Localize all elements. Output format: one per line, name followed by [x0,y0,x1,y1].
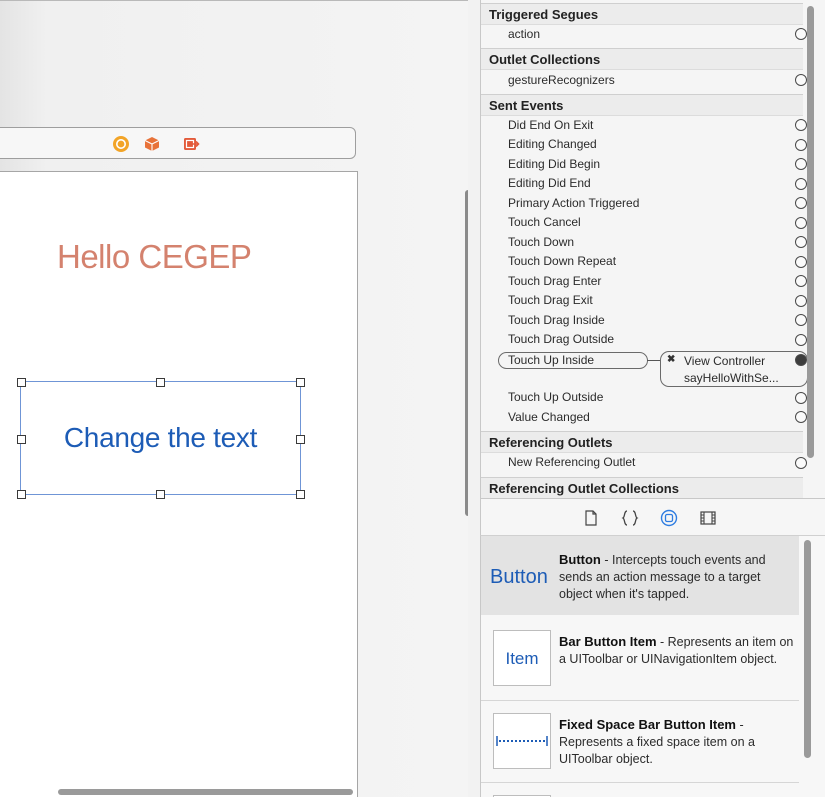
resize-handle-bottom[interactable] [156,490,165,499]
library-item-name: Fixed Space Bar Button Item [559,717,736,732]
canvas-horizontal-scrollbar[interactable] [58,789,353,795]
section-sent-events: Sent Events [481,94,803,116]
connected-socket[interactable] [795,354,807,366]
connection-socket[interactable] [795,236,807,248]
object-library-icon[interactable] [660,509,678,527]
event-row: Editing Did End [508,176,591,190]
button-thumbnail: Button [490,566,548,588]
library-item-name: Bar Button Item [559,634,657,649]
connection-socket[interactable] [795,314,807,326]
connection-socket[interactable] [795,457,807,469]
button-title: Change the text [63,422,258,453]
exit-icon[interactable] [182,135,200,153]
library-tab-bar [480,498,825,536]
section-title: Triggered Segues [489,7,599,22]
scene-dock [0,127,356,159]
library-item-next[interactable] [481,782,799,797]
section-referencing-outlet-collections: Referencing Outlet Collections [481,477,803,498]
connection-socket[interactable] [795,334,807,346]
thumbnail-text: Item [505,649,539,668]
connection-socket[interactable] [795,178,807,190]
library-item-fixed-space[interactable]: Fixed Space Bar Button Item - Represents… [481,700,799,783]
fixed-space-icon [496,736,548,746]
first-responder-icon[interactable] [143,135,161,153]
section-referencing-outlets: Referencing Outlets [481,431,803,453]
connection-socket[interactable] [795,139,807,151]
resize-handle-top[interactable] [156,378,165,387]
file-template-icon[interactable] [582,509,600,527]
section-title: Referencing Outlet Collections [489,481,679,496]
event-row: Value Changed [508,410,590,424]
object-library: Button Button - Intercepts touch events … [480,536,825,797]
connection-method: sayHelloWithSe... [684,371,779,385]
resize-handle-bottom-left[interactable] [17,490,26,499]
resize-handle-right[interactable] [296,435,305,444]
canvas-vertical-scrollbar[interactable] [465,190,468,516]
event-row: Touch Drag Exit [508,293,593,307]
outlet-row-gesture-recognizers: gestureRecognizers [508,73,615,87]
bar-button-item-thumbnail: Item [493,630,551,686]
resize-handle-top-left[interactable] [17,378,26,387]
event-row: Editing Did Begin [508,157,601,171]
library-item-text: Button - Intercepts touch events and sen… [559,551,797,603]
event-row: Touch Drag Enter [508,274,602,288]
connection-socket[interactable] [795,74,807,86]
connection-socket[interactable] [795,28,807,40]
section-triggered-segues: Triggered Segues [481,3,803,25]
outlet-row-action: action [508,27,541,41]
connection-socket[interactable] [795,119,807,131]
remove-connection-icon[interactable]: ✖ [667,354,675,365]
resize-handle-left[interactable] [17,435,26,444]
section-title: Sent Events [489,98,564,113]
section-title: Referencing Outlets [489,435,613,450]
connection-socket[interactable] [795,197,807,209]
event-row: Touch Drag Outside [508,332,615,346]
hello-label[interactable]: Hello CEGEP [57,238,252,276]
event-row: Editing Changed [508,137,597,151]
connection-socket[interactable] [795,392,807,404]
media-library-icon[interactable] [699,509,717,527]
library-scrollbar[interactable] [804,540,811,758]
section-outlet-collections: Outlet Collections [481,48,803,70]
event-row: Touch Cancel [508,215,581,229]
connection-socket[interactable] [795,217,807,229]
library-item-text: Bar Button Item - Represents an item on … [559,633,797,668]
connection-line [647,360,661,361]
connection-socket[interactable] [795,295,807,307]
view-controller-icon[interactable] [112,135,130,153]
connections-inspector: Triggered Segues action Outlet Collectio… [480,0,825,498]
connection-socket[interactable] [795,275,807,287]
library-item-text: Fixed Space Bar Button Item - Represents… [559,716,797,768]
resize-handle-top-right[interactable] [296,378,305,387]
connection-socket[interactable] [795,158,807,170]
storyboard-canvas[interactable]: Hello CEGEP Change the text [0,0,468,797]
resize-handle-bottom-right[interactable] [296,490,305,499]
connection-socket[interactable] [795,256,807,268]
connection-socket[interactable] [795,411,807,423]
connection-target-bubble[interactable]: ✖ View Controller sayHelloWithSe... [660,351,808,387]
library-item-button[interactable]: Button Button - Intercepts touch events … [481,536,799,615]
new-referencing-outlet-row: New Referencing Outlet [508,455,636,469]
library-item-name: Button [559,552,601,567]
event-row: Touch Down Repeat [508,254,617,268]
inspector-scrollbar[interactable] [807,6,814,458]
fixed-space-thumbnail [493,713,551,769]
event-row: Touch Drag Inside [508,313,605,327]
event-row-touch-up-inside: Touch Up Inside [508,353,595,367]
event-row: Primary Action Triggered [508,196,640,210]
library-item-bar-button-item[interactable]: Item Bar Button Item - Represents an ite… [481,618,799,700]
section-title: Outlet Collections [489,52,601,67]
event-row: Touch Down [508,235,575,249]
change-text-button[interactable]: Change the text [17,378,305,499]
canvas-top-divider [0,0,468,1]
event-row: Touch Up Outside [508,390,604,404]
event-row: Did End On Exit [508,118,594,132]
connection-target: View Controller [684,354,766,368]
code-snippet-icon[interactable] [621,509,639,527]
